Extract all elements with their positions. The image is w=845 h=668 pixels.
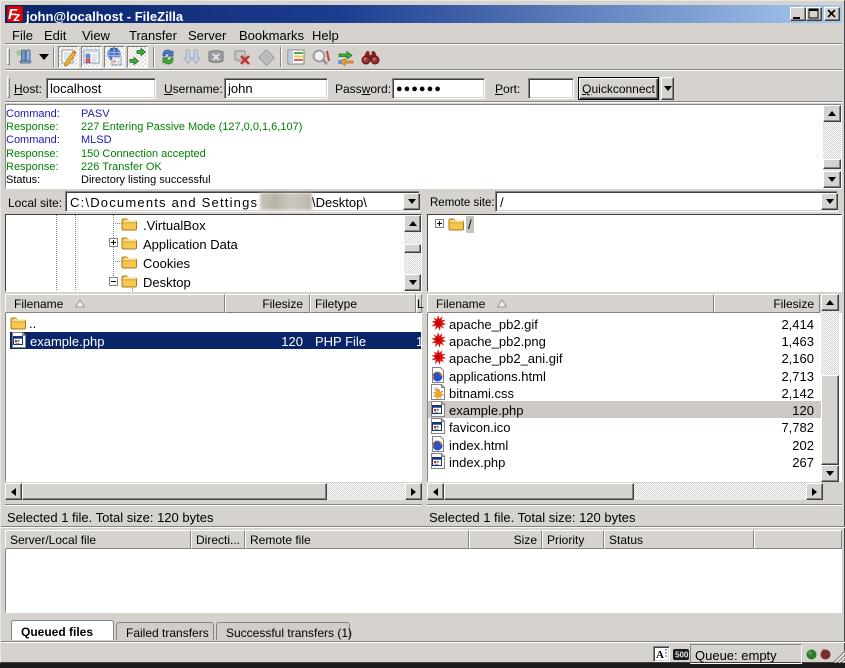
svg-text:500: 500: [675, 651, 689, 660]
svg-text:A: A: [656, 649, 664, 661]
svg-text:z: z: [13, 9, 21, 22]
